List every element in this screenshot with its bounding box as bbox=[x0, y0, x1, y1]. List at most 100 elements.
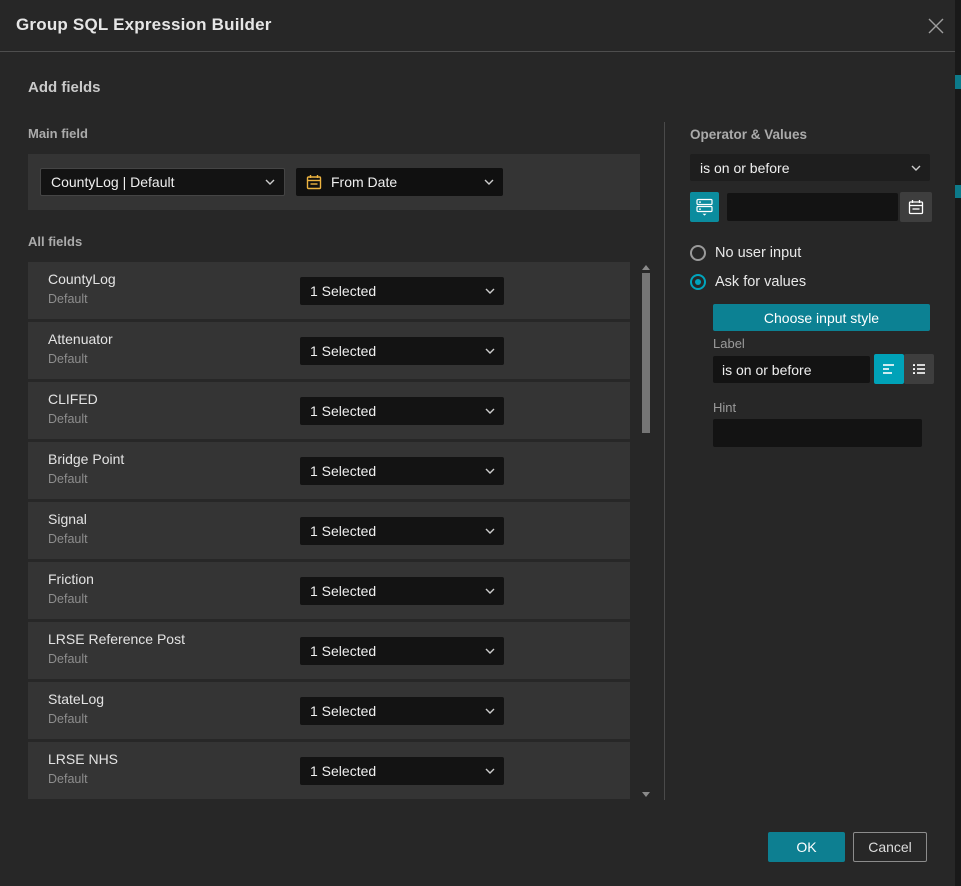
field-selected-dropdown[interactable]: 1 Selected bbox=[300, 457, 504, 485]
background-accent-fragment bbox=[955, 75, 961, 89]
field-name: LRSE Reference Post bbox=[48, 631, 185, 647]
field-selected-dropdown[interactable]: 1 Selected bbox=[300, 637, 504, 665]
field-selected-dropdown[interactable]: 1 Selected bbox=[300, 757, 504, 785]
calendar-icon bbox=[306, 174, 322, 190]
chevron-down-icon bbox=[265, 179, 275, 185]
field-selected-dropdown-label: 1 Selected bbox=[310, 703, 376, 719]
field-row: Bridge Point Default 1 Selected bbox=[28, 442, 630, 499]
field-selected-dropdown[interactable]: 1 Selected bbox=[300, 337, 504, 365]
field-name: LRSE NHS bbox=[48, 751, 118, 767]
cancel-button[interactable]: Cancel bbox=[853, 832, 927, 862]
main-field-field-select-value: From Date bbox=[331, 174, 397, 190]
label-style-plain-button[interactable] bbox=[874, 354, 904, 384]
main-field-label: Main field bbox=[28, 126, 88, 141]
field-selected-dropdown-label: 1 Selected bbox=[310, 643, 376, 659]
scroll-down-arrow[interactable] bbox=[642, 792, 650, 797]
field-row: Attenuator Default 1 Selected bbox=[28, 322, 630, 379]
field-selected-dropdown[interactable]: 1 Selected bbox=[300, 577, 504, 605]
add-fields-heading: Add fields bbox=[28, 79, 101, 96]
field-selected-dropdown-label: 1 Selected bbox=[310, 403, 376, 419]
value-input[interactable] bbox=[727, 193, 898, 221]
chevron-down-icon bbox=[485, 468, 495, 474]
radio-circle-off[interactable] bbox=[690, 245, 706, 261]
field-subtitle: Default bbox=[48, 412, 88, 426]
main-field-field-select[interactable]: From Date bbox=[296, 168, 503, 196]
calendar-icon bbox=[908, 199, 924, 215]
field-subtitle: Default bbox=[48, 532, 88, 546]
chevron-down-icon bbox=[485, 348, 495, 354]
chevron-down-icon bbox=[485, 528, 495, 534]
stacked-values-icon bbox=[696, 198, 713, 216]
operator-select[interactable]: is on or before bbox=[690, 154, 930, 181]
hint-field-label: Hint bbox=[713, 400, 736, 415]
field-subtitle: Default bbox=[48, 472, 88, 486]
align-left-icon bbox=[881, 362, 897, 376]
field-subtitle: Default bbox=[48, 712, 88, 726]
scrollbar-thumb[interactable] bbox=[642, 273, 650, 433]
label-style-list-button[interactable] bbox=[904, 354, 934, 384]
field-subtitle: Default bbox=[48, 292, 88, 306]
main-field-layer-select[interactable]: CountyLog | Default bbox=[40, 168, 285, 196]
radio-no-user-input-label: No user input bbox=[715, 245, 801, 261]
ok-button-label: OK bbox=[796, 839, 816, 855]
field-subtitle: Default bbox=[48, 772, 88, 786]
field-subtitle: Default bbox=[48, 352, 88, 366]
all-fields-label: All fields bbox=[28, 234, 82, 249]
radio-ask-for-values[interactable]: Ask for values bbox=[690, 274, 806, 290]
close-icon bbox=[927, 17, 945, 35]
field-subtitle: Default bbox=[48, 592, 88, 606]
chevron-down-icon bbox=[485, 408, 495, 414]
chevron-down-icon bbox=[485, 768, 495, 774]
field-name: Friction bbox=[48, 571, 94, 587]
chevron-down-icon bbox=[911, 165, 921, 171]
field-selected-dropdown-label: 1 Selected bbox=[310, 523, 376, 539]
field-subtitle: Default bbox=[48, 652, 88, 666]
field-selected-dropdown-label: 1 Selected bbox=[310, 343, 376, 359]
main-field-panel: CountyLog | Default From Date bbox=[28, 154, 640, 210]
field-name: CLIFED bbox=[48, 391, 98, 407]
fields-list-scrollbar[interactable] bbox=[641, 262, 651, 800]
bullet-list-icon bbox=[911, 362, 927, 376]
ok-button[interactable]: OK bbox=[768, 832, 845, 862]
label-input[interactable] bbox=[713, 356, 870, 383]
field-row: CLIFED Default 1 Selected bbox=[28, 382, 630, 439]
operator-values-heading: Operator & Values bbox=[690, 127, 807, 142]
main-field-layer-select-value: CountyLog | Default bbox=[51, 174, 175, 190]
field-name: Attenuator bbox=[48, 331, 113, 347]
field-row: StateLog Default 1 Selected bbox=[28, 682, 630, 739]
field-name: Bridge Point bbox=[48, 451, 124, 467]
radio-circle-on[interactable] bbox=[690, 274, 706, 290]
field-name: StateLog bbox=[48, 691, 104, 707]
hint-input[interactable] bbox=[713, 419, 922, 447]
scroll-up-arrow[interactable] bbox=[642, 265, 650, 270]
choose-input-style-button[interactable]: Choose input style bbox=[713, 304, 930, 331]
close-button[interactable] bbox=[925, 15, 947, 37]
field-selected-dropdown[interactable]: 1 Selected bbox=[300, 397, 504, 425]
field-selected-dropdown[interactable]: 1 Selected bbox=[300, 697, 504, 725]
choose-input-style-label: Choose input style bbox=[764, 310, 879, 326]
background-page-strip bbox=[955, 0, 961, 886]
field-name: Signal bbox=[48, 511, 87, 527]
field-selected-dropdown[interactable]: 1 Selected bbox=[300, 277, 504, 305]
field-row: Friction Default 1 Selected bbox=[28, 562, 630, 619]
field-selected-dropdown-label: 1 Selected bbox=[310, 763, 376, 779]
field-row: LRSE Reference Post Default 1 Selected bbox=[28, 622, 630, 679]
background-accent-fragment bbox=[955, 185, 961, 198]
group-sql-expression-builder-dialog: Group SQL Expression Builder Add fields … bbox=[0, 0, 955, 886]
field-name: CountyLog bbox=[48, 271, 116, 287]
field-selected-dropdown[interactable]: 1 Selected bbox=[300, 517, 504, 545]
screen: Group SQL Expression Builder Add fields … bbox=[0, 0, 961, 886]
value-input-type-button[interactable] bbox=[690, 192, 719, 222]
chevron-down-icon bbox=[485, 588, 495, 594]
date-picker-button[interactable] bbox=[900, 192, 932, 222]
chevron-down-icon bbox=[484, 179, 494, 185]
radio-no-user-input[interactable]: No user input bbox=[690, 245, 801, 261]
operator-select-value: is on or before bbox=[700, 160, 790, 176]
field-row: Signal Default 1 Selected bbox=[28, 502, 630, 559]
all-fields-list: CountyLog Default 1 Selected Attenuator … bbox=[28, 262, 630, 802]
chevron-down-icon bbox=[485, 648, 495, 654]
radio-ask-for-values-label: Ask for values bbox=[715, 274, 806, 290]
dialog-title: Group SQL Expression Builder bbox=[16, 15, 272, 35]
dialog-header: Group SQL Expression Builder bbox=[0, 0, 955, 52]
cancel-button-label: Cancel bbox=[868, 839, 912, 855]
